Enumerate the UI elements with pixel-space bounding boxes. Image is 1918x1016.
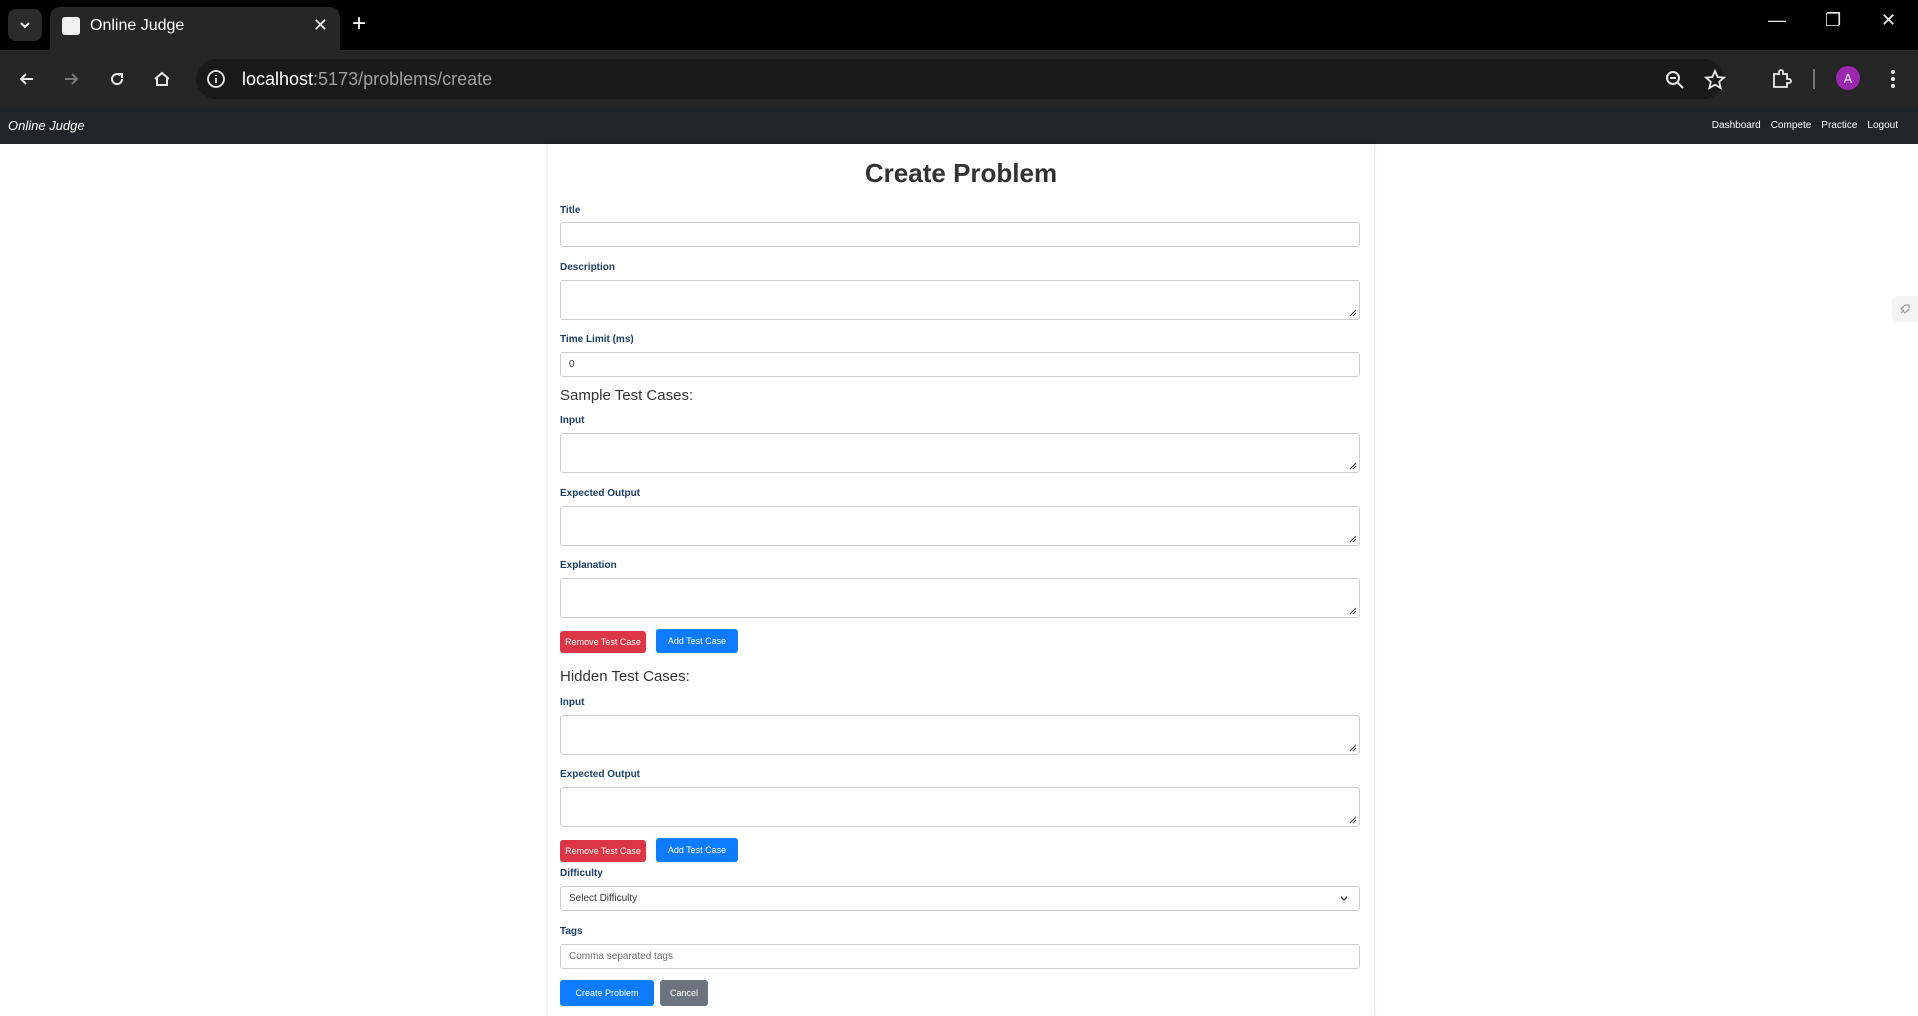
url-path: :5173/problems/create [313, 69, 493, 89]
add-sample-test-case-button[interactable]: Add Test Case [656, 629, 738, 653]
tab-title: Online Judge [90, 17, 185, 34]
hidden-output-textarea[interactable] [560, 787, 1360, 827]
favicon-icon [62, 17, 80, 35]
close-tab-icon[interactable]: ✕ [313, 15, 328, 36]
browser-toolbar: localhost:5173/problems/create [0, 50, 1918, 108]
title-input[interactable] [560, 222, 1360, 247]
time-limit-input[interactable]: 0 [560, 352, 1360, 377]
nav-link-dashboard[interactable]: Dashboard [1712, 120, 1761, 131]
new-tab-icon[interactable]: + [352, 12, 366, 36]
site-info-icon[interactable] [206, 69, 226, 89]
resize-grip-icon[interactable] [1348, 815, 1357, 824]
window-close-icon[interactable]: ✕ [1881, 10, 1896, 31]
resize-grip-icon[interactable] [1348, 461, 1357, 470]
brand-logo[interactable]: Online Judge [8, 118, 85, 133]
create-problem-form: Create Problem Title Description Time Li… [548, 144, 1374, 1016]
time-limit-label: Time Limit (ms) [560, 334, 634, 345]
app-navbar: Online Judge Dashboard Compete Practice … [0, 108, 1918, 144]
cancel-button[interactable]: Cancel [660, 980, 708, 1006]
nav-links: Dashboard Compete Practice Logout [1712, 120, 1898, 131]
minimize-icon[interactable]: — [1768, 10, 1786, 31]
hidden-input-label: Input [560, 697, 585, 708]
chevron-down-icon [1340, 896, 1348, 901]
chevron-down-icon [20, 22, 30, 29]
hidden-input-textarea[interactable] [560, 715, 1360, 755]
restore-icon[interactable]: ❐ [1825, 10, 1841, 31]
tags-input[interactable]: Comma separated tags [560, 944, 1360, 969]
reload-icon[interactable] [103, 65, 131, 93]
url-text[interactable]: localhost:5173/problems/create [242, 69, 492, 90]
remove-hidden-test-case-button[interactable]: Remove Test Case [560, 840, 646, 862]
bookmark-star-icon[interactable] [1704, 69, 1726, 91]
add-hidden-test-case-button[interactable]: Add Test Case [656, 838, 738, 862]
create-problem-button[interactable]: Create Problem [560, 980, 654, 1006]
nav-link-logout[interactable]: Logout [1867, 120, 1898, 131]
tab-search-button[interactable] [8, 9, 42, 41]
title-label: Title [560, 205, 581, 216]
browser-tabstrip: Online Judge ✕ + — ❐ ✕ [0, 0, 1918, 50]
description-textarea[interactable] [560, 280, 1360, 320]
zoom-icon[interactable] [1664, 69, 1686, 91]
resize-grip-icon[interactable] [1348, 534, 1357, 543]
forward-icon[interactable] [57, 65, 85, 93]
nav-link-practice[interactable]: Practice [1821, 120, 1857, 131]
tags-label: Tags [560, 926, 583, 937]
more-menu-icon[interactable] [1878, 64, 1908, 94]
sample-output-label: Expected Output [560, 488, 641, 499]
back-icon[interactable] [13, 65, 41, 93]
sample-output-textarea[interactable] [560, 506, 1360, 546]
difficulty-label: Difficulty [560, 868, 603, 879]
toolbar-separator [1813, 69, 1815, 89]
url-host: localhost [242, 69, 314, 89]
hidden-test-cases-heading: Hidden Test Cases: [560, 668, 690, 685]
difficulty-selected-value: Select Difficulty [569, 893, 638, 904]
profile-avatar[interactable]: A [1836, 66, 1860, 90]
resize-grip-icon[interactable] [1348, 606, 1357, 615]
rocket-icon [1900, 304, 1910, 314]
remove-sample-test-case-button[interactable]: Remove Test Case [560, 631, 646, 653]
sample-explanation-label: Explanation [560, 560, 617, 571]
side-panel-tab[interactable] [1892, 296, 1918, 322]
page-title: Create Problem [864, 158, 1058, 188]
home-icon[interactable] [148, 65, 176, 93]
extensions-icon[interactable] [1766, 64, 1796, 94]
sample-explanation-textarea[interactable] [560, 578, 1360, 618]
resize-grip-icon[interactable] [1348, 743, 1357, 752]
difficulty-select[interactable]: Select Difficulty [560, 886, 1360, 911]
sample-test-cases-heading: Sample Test Cases: [560, 387, 694, 404]
hidden-output-label: Expected Output [560, 769, 641, 780]
resize-grip-icon[interactable] [1348, 308, 1357, 317]
description-label: Description [560, 262, 616, 273]
nav-link-compete[interactable]: Compete [1771, 120, 1812, 131]
sample-input-label: Input [560, 415, 585, 426]
address-bar[interactable]: localhost:5173/problems/create [196, 59, 1726, 99]
sample-input-textarea[interactable] [560, 433, 1360, 473]
browser-tab[interactable]: Online Judge ✕ [50, 7, 340, 50]
